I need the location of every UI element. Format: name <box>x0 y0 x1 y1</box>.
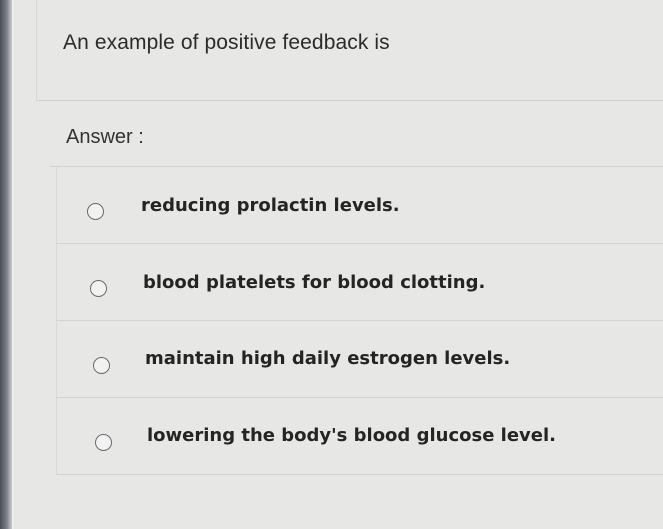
answer-option-2[interactable]: blood platelets for blood clotting. <box>56 244 663 321</box>
answer-option-label: blood platelets for blood clotting. <box>143 272 486 293</box>
screen-bezel <box>0 0 12 529</box>
radio-button-3[interactable] <box>93 357 110 374</box>
answer-option-label: maintain high daily estrogen levels. <box>145 348 511 369</box>
answer-option-4[interactable]: lowering the body's blood glucose level. <box>56 398 663 475</box>
question-block: An example of positive feedback is <box>36 0 663 101</box>
answer-option-3[interactable]: maintain high daily estrogen levels. <box>56 321 663 398</box>
answer-option-1[interactable]: reducing prolactin levels. <box>56 167 663 244</box>
radio-button-2[interactable] <box>90 280 107 297</box>
radio-button-4[interactable] <box>95 434 112 451</box>
radio-button-1[interactable] <box>87 203 104 220</box>
question-text: An example of positive feedback is <box>63 31 390 54</box>
answer-option-label: lowering the body's blood glucose level. <box>147 425 556 446</box>
answer-label: Answer : <box>66 126 144 148</box>
answer-option-label: reducing prolactin levels. <box>141 195 400 216</box>
